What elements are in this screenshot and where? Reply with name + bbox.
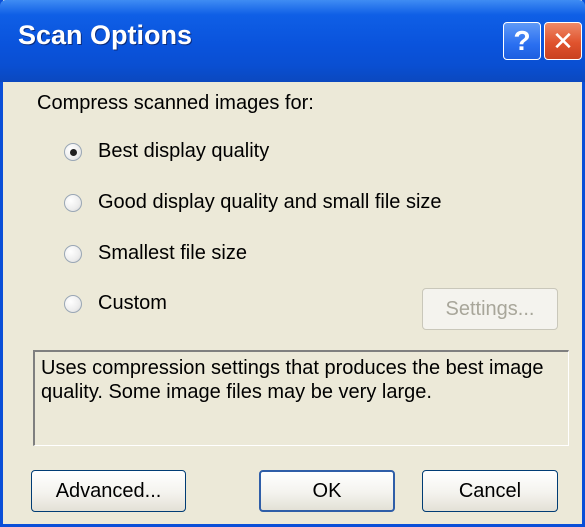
radio-label[interactable]: Custom xyxy=(98,292,167,315)
radio-label[interactable]: Good display quality and small file size xyxy=(98,191,442,214)
description-box: Uses compression settings that produces … xyxy=(33,350,569,446)
radio-label[interactable]: Smallest file size xyxy=(98,242,247,265)
compress-label: Compress scanned images for: xyxy=(37,92,314,114)
help-icon: ? xyxy=(513,25,531,56)
cancel-button[interactable]: Cancel xyxy=(422,470,558,512)
scan-options-dialog: Scan Options ? ✕ xyxy=(0,0,585,527)
radio-dot-icon xyxy=(70,149,77,156)
title-bar[interactable]: Scan Options ? ✕ xyxy=(0,0,585,82)
advanced-button[interactable]: Advanced... xyxy=(31,470,186,512)
help-button[interactable]: ? xyxy=(503,22,541,60)
radio-button[interactable] xyxy=(64,295,82,313)
radio-button[interactable] xyxy=(64,245,82,263)
settings-button[interactable]: Settings... xyxy=(422,288,558,330)
window-title: Scan Options xyxy=(18,20,193,50)
ok-button[interactable]: OK xyxy=(259,470,395,512)
close-icon: ✕ xyxy=(552,26,574,56)
description-text: Uses compression settings that produces … xyxy=(41,357,544,403)
radio-button[interactable] xyxy=(64,194,82,212)
close-button[interactable]: ✕ xyxy=(544,22,582,60)
radio-label[interactable]: Best display quality xyxy=(98,140,269,163)
radio-button-selected[interactable] xyxy=(64,143,82,161)
